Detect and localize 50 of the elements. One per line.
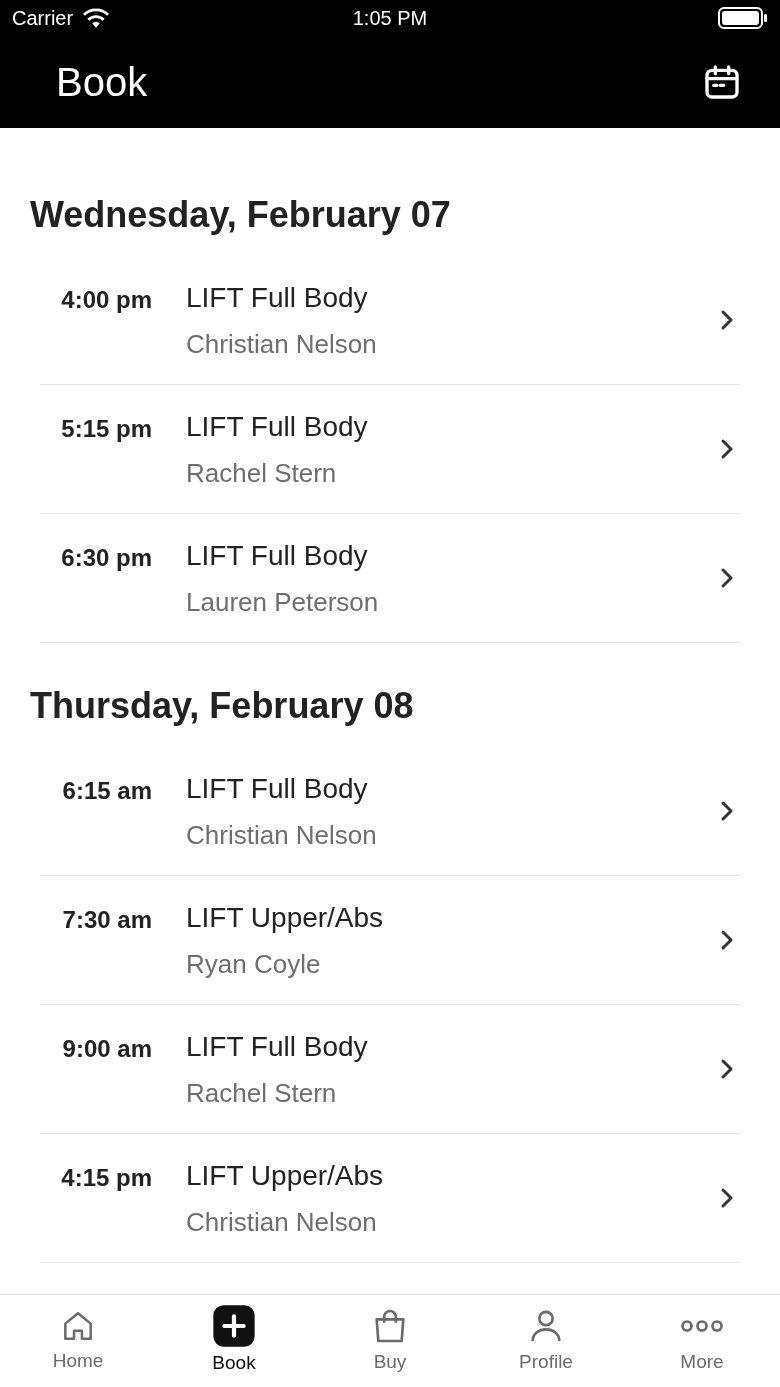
class-row[interactable]: 4:15 pm LIFT Upper/Abs Christian Nelson [40,1134,740,1263]
status-time: 1:05 PM [352,6,428,31]
class-time: 6:30 pm [60,543,153,573]
tab-bar-item[interactable]: Profile [468,1295,624,1387]
instructor-name: Rachel Stern [186,1076,338,1110]
class-row[interactable]: 6:30 pm LIFT Full Body Lauren Peterson [40,514,740,643]
chevron-right-icon [720,1187,734,1209]
class-row[interactable]: 7:30 am LIFT Upper/Abs Ryan Coyle [40,876,740,1005]
instructor-name: Ryan Coyle [186,947,322,981]
chevron-right-icon [720,800,734,822]
page-title: Book [56,59,148,106]
class-row[interactable]: 5:15 pm LIFT Full Body Rachel Stern [40,385,740,514]
class-name: LIFT Full Body [186,771,369,806]
class-row[interactable]: 4:00 pm LIFT Full Body Christian Nelson [40,256,740,385]
date-heading: Wednesday, February 07 [29,193,452,237]
class-time: 5:15 pm [60,414,153,444]
tab-bar-item[interactable]: More [624,1295,780,1387]
chevron-right-icon [720,309,734,331]
chevron-right-icon [720,929,734,951]
chevron-right-icon [720,1058,734,1080]
class-time: 9:00 am [61,1034,153,1064]
calendar-icon[interactable] [702,62,742,102]
class-row[interactable]: 9:00 am LIFT Full Body Rachel Stern [40,1005,740,1134]
carrier-label: Carrier [12,6,74,31]
class-name: LIFT Full Body [186,1029,369,1064]
tab-bar-item[interactable]: Book [156,1295,312,1387]
chevron-right-icon [720,567,734,589]
class-name: LIFT Full Body [186,409,369,444]
tab-bar-item[interactable]: Home [0,1295,156,1387]
class-name: LIFT Full Body [186,538,369,573]
plus-icon [213,1304,255,1347]
wifi-icon [81,7,112,29]
battery-icon [718,6,768,30]
instructor-name: Christian Nelson [186,327,378,361]
class-time: 6:15 am [61,776,153,806]
more-icon [681,1319,723,1332]
instructor-name: Christian Nelson [186,1205,378,1239]
instructor-name: Christian Nelson [186,818,378,852]
instructor-name: Lauren Peterson [186,585,380,619]
class-time: 4:00 pm [60,285,153,315]
class-time: 7:30 am [61,905,153,935]
class-row[interactable]: 6:15 am LIFT Full Body Christian Nelson [40,747,740,876]
tab-bar-item[interactable]: Buy [312,1295,468,1387]
class-name: LIFT Full Body [186,280,369,315]
chevron-right-icon [720,438,734,460]
class-name: LIFT Upper/Abs [186,900,385,935]
class-name: LIFT Upper/Abs [186,1158,385,1193]
date-heading: Thursday, February 08 [29,684,415,728]
instructor-name: Rachel Stern [186,456,338,490]
class-time: 4:15 pm [60,1163,153,1193]
